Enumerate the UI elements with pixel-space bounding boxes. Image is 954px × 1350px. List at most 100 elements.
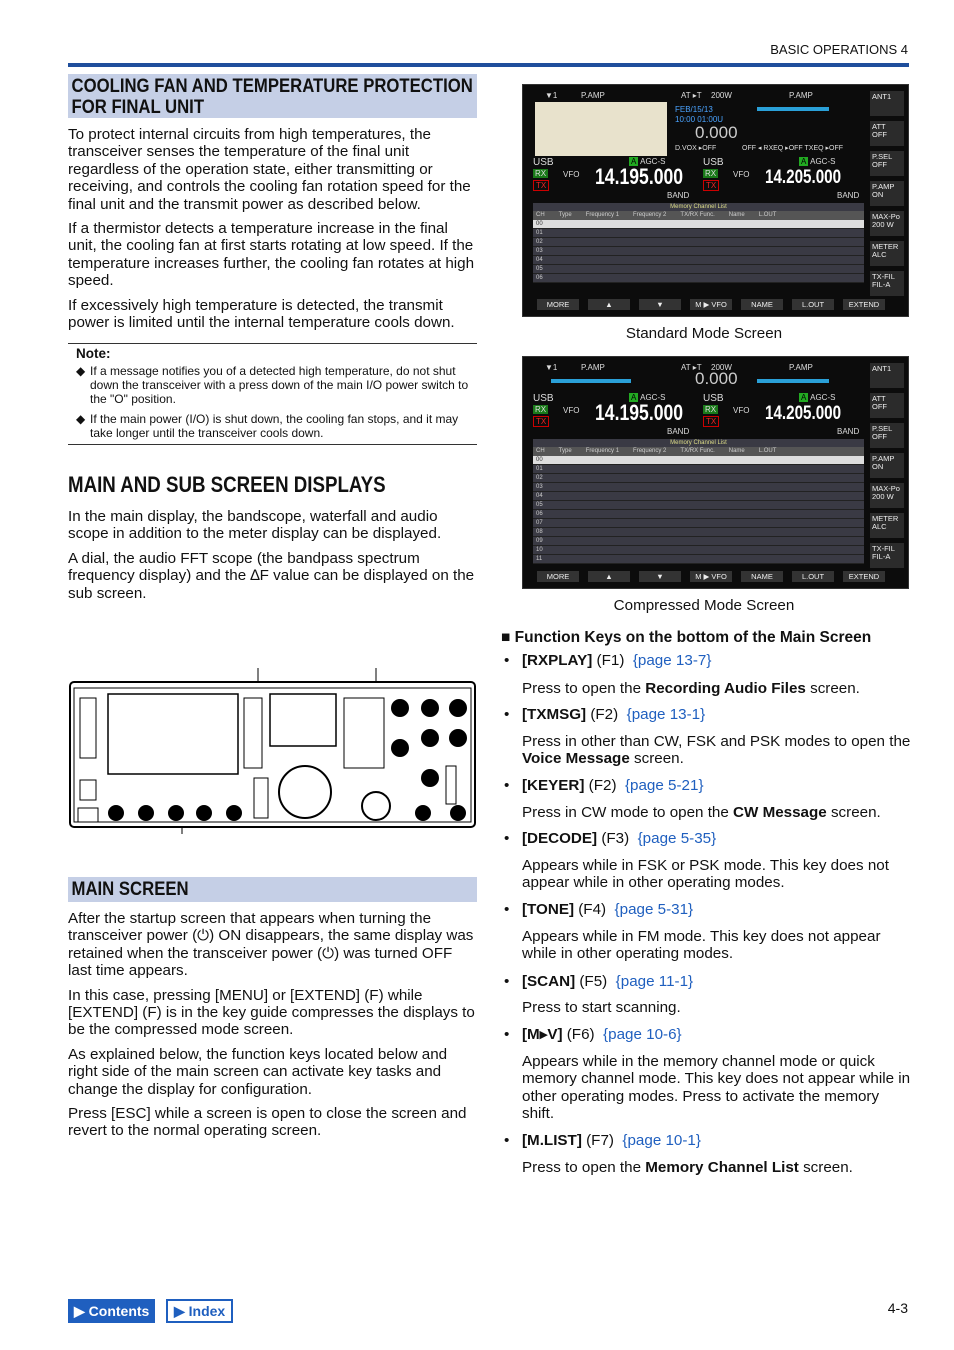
function-key[interactable]: EXTEND	[843, 299, 885, 310]
side-key[interactable]: P.SEL OFF	[870, 151, 904, 176]
side-key[interactable]: P.AMP ON	[870, 453, 904, 478]
key-name: [M.LIST]	[521, 1132, 582, 1149]
key-number: (F7)	[586, 1132, 614, 1149]
main-rx-indicator: RX	[533, 405, 549, 414]
page-link[interactable]: {page 13-1}	[627, 706, 706, 723]
list-row[interactable]: 10	[533, 546, 864, 555]
main-vfo-label: VFO	[563, 406, 580, 415]
side-key[interactable]: ANT1	[870, 363, 904, 388]
sub-pamp-label: P.AMP	[789, 363, 813, 372]
function-key[interactable]: ▼	[639, 299, 681, 310]
side-key[interactable]: TX-FIL FIL-A	[870, 271, 904, 296]
column-header: TX/RX Func.	[680, 448, 715, 454]
list-row[interactable]: 01	[533, 229, 864, 238]
list-row[interactable]: 03	[533, 483, 864, 492]
function-key[interactable]: MORE	[537, 571, 579, 582]
column-header: Type	[558, 212, 572, 218]
page-link[interactable]: {page 5-21}	[625, 777, 704, 794]
function-key[interactable]: ▲	[588, 571, 630, 582]
list-row[interactable]: 05	[533, 501, 864, 510]
function-keys-heading: ■ Function Keys on the bottom of the Mai…	[501, 629, 872, 646]
sub-agc: A AGC-S	[799, 157, 836, 166]
page-link[interactable]: {page 5-35}	[638, 830, 717, 847]
list-row[interactable]: 02	[533, 474, 864, 483]
main-screen-p2: In this case, pressing [MENU] or [EXTEND…	[68, 986, 475, 1039]
description-bold: Recording Audio Files	[645, 680, 806, 697]
list-header: CH Type Frequency 1 Frequency 2 TX/RX Func. N…	[533, 447, 864, 456]
sub-rx-indicator: RX	[703, 405, 719, 414]
function-key[interactable]: L.OUT	[792, 571, 834, 582]
side-key[interactable]: P.AMP ON	[870, 181, 904, 206]
page-link[interactable]: {page 13-7}	[633, 652, 712, 669]
function-key[interactable]: MORE	[537, 299, 579, 310]
contents-label: Contents	[88, 1303, 150, 1319]
side-key[interactable]: ATT OFF	[870, 121, 904, 146]
key-name: [KEYER]	[521, 777, 585, 794]
list-row[interactable]: 00	[533, 220, 864, 229]
main-tx-indicator: TX	[533, 180, 550, 191]
list-row[interactable]: 05	[533, 265, 864, 274]
at-label: AT ▸T	[681, 91, 702, 100]
side-key[interactable]: P.SEL OFF	[870, 423, 904, 448]
key-number: (F2)	[588, 777, 617, 794]
list-row[interactable]: 08	[533, 528, 864, 537]
description-text: Appears while in FSK or PSK mode. This k…	[522, 857, 889, 892]
function-key[interactable]: ▲	[588, 299, 630, 310]
description-bold: CW Message	[733, 804, 827, 821]
column-header: Type	[558, 448, 572, 454]
function-key[interactable]: M ▶ VFO	[690, 299, 732, 310]
cooling-p3: If excessively high temperature is detec…	[68, 296, 455, 332]
list-row[interactable]: 06	[533, 510, 864, 519]
list-row[interactable]: 04	[533, 256, 864, 265]
page-link[interactable]: {page 10-6}	[603, 1026, 682, 1043]
function-key[interactable]: NAME	[741, 571, 783, 582]
key-number: (F3)	[601, 830, 630, 847]
sub-band: BAND	[837, 191, 860, 200]
list-row[interactable]: 07	[533, 519, 864, 528]
side-key[interactable]: TX-FIL FIL-A	[870, 543, 904, 568]
contents-link[interactable]: ▶ Contents	[68, 1299, 156, 1323]
side-key[interactable]: ANT1	[870, 91, 904, 116]
page-link[interactable]: {page 11-1}	[616, 973, 693, 990]
description-bold: Memory Channel List	[645, 1159, 799, 1176]
function-key[interactable]: M ▶ VFO	[690, 571, 732, 582]
function-key[interactable]: NAME	[741, 299, 783, 310]
side-key[interactable]: METER ALC	[870, 241, 904, 266]
page-link[interactable]: {page 10-1}	[622, 1132, 701, 1149]
page-number: 4-3	[887, 1300, 908, 1316]
list-row[interactable]: 11	[533, 555, 864, 564]
side-key[interactable]: ATT OFF	[870, 393, 904, 418]
key-number: (F4)	[578, 901, 607, 918]
side-key[interactable]: METER ALC	[870, 513, 904, 538]
column-header: CH	[536, 448, 545, 454]
function-key-description: Press in other than CW, FSK and PSK mode…	[522, 733, 912, 768]
list-row[interactable]: 03	[533, 247, 864, 256]
main-band: BAND	[667, 191, 690, 200]
function-key[interactable]: L.OUT	[792, 299, 834, 310]
list-row[interactable]: 00	[533, 456, 864, 465]
side-key[interactable]: MAX-Po 200 W	[870, 211, 904, 236]
list-title: Memory Channel List	[670, 440, 727, 446]
sub-rx-indicator: RX	[703, 169, 719, 178]
list-row[interactable]: 02	[533, 238, 864, 247]
list-row[interactable]: 04	[533, 492, 864, 501]
key-name: [SCAN]	[521, 973, 576, 990]
main-rx-indicator: RX	[533, 169, 549, 178]
power-label: 200W	[711, 91, 732, 100]
list-row[interactable]: 06	[533, 274, 864, 283]
description-bold: Voice Message	[522, 750, 630, 768]
main-screen-title: MAIN SCREEN	[71, 879, 189, 900]
column-header: Name	[728, 212, 745, 218]
side-key[interactable]: MAX-Po 200 W	[870, 483, 904, 508]
memory-channel-list: Memory Channel List CH Type Frequency 1 Freq…	[533, 203, 864, 283]
compressed-screen-caption: Compressed Mode Screen	[613, 597, 795, 614]
function-key[interactable]: ▼	[639, 571, 681, 582]
function-key-description: Appears while in the memory channel mode…	[522, 1053, 912, 1123]
page-link[interactable]: {page 5-31}	[615, 901, 694, 918]
sub-mode: USB	[703, 393, 724, 404]
function-key[interactable]: EXTEND	[843, 571, 885, 582]
index-link[interactable]: ▶ Index	[166, 1299, 234, 1323]
list-row[interactable]: 01	[533, 465, 864, 474]
main-band: BAND	[667, 427, 690, 436]
list-row[interactable]: 09	[533, 537, 864, 546]
